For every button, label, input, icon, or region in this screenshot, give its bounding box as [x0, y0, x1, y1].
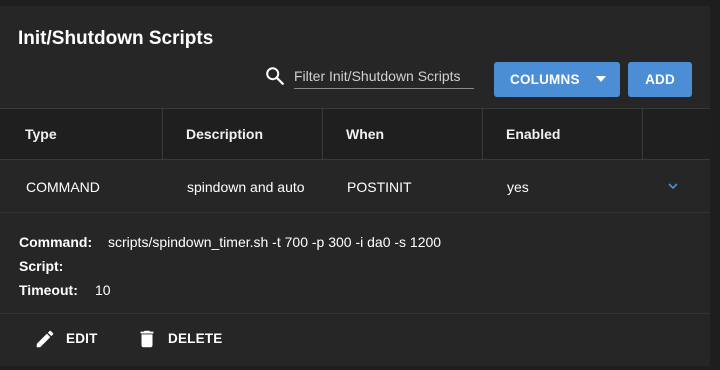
- page-title: Init/Shutdown Scripts: [18, 28, 214, 49]
- scripts-card: Init/Shutdown Scripts COLUMNS ADD Type D…: [0, 6, 710, 366]
- cell-type: COMMAND: [26, 179, 100, 195]
- timeout-value: 10: [95, 282, 111, 298]
- search-icon: [266, 67, 284, 85]
- columns-button-label: COLUMNS: [510, 72, 580, 87]
- pencil-icon: [36, 330, 54, 348]
- edit-label: EDIT: [66, 331, 98, 346]
- command-label: Command:: [19, 234, 93, 250]
- trash-icon: [140, 330, 154, 348]
- caret-down-icon[interactable]: [596, 76, 606, 82]
- header-enabled[interactable]: Enabled: [506, 109, 560, 160]
- table-header: Type Description When Enabled: [0, 108, 710, 160]
- columns-button[interactable]: COLUMNS: [494, 62, 620, 97]
- row-actions: EDIT DELETE: [0, 313, 710, 366]
- filter-box: [264, 63, 476, 93]
- table-row[interactable]: COMMAND spindown and auto POSTINIT yes: [0, 161, 710, 213]
- cell-description: spindown and auto: [187, 179, 305, 195]
- header-when[interactable]: When: [346, 109, 384, 160]
- column-divider: [642, 109, 643, 160]
- header-description[interactable]: Description: [186, 109, 263, 160]
- row-detail: Command: scripts/spindown_timer.sh -t 70…: [0, 214, 710, 314]
- column-divider: [482, 109, 483, 160]
- column-divider: [162, 109, 163, 160]
- cell-enabled: yes: [507, 179, 529, 195]
- timeout-label: Timeout:: [19, 282, 78, 298]
- delete-button[interactable]: DELETE: [136, 314, 226, 366]
- cell-when: POSTINIT: [347, 179, 412, 195]
- filter-input[interactable]: [294, 63, 474, 89]
- edit-button[interactable]: EDIT: [34, 314, 104, 366]
- script-label: Script:: [19, 258, 64, 274]
- chevron-up-icon[interactable]: [668, 183, 678, 189]
- delete-label: DELETE: [168, 331, 223, 346]
- command-value: scripts/spindown_timer.sh -t 700 -p 300 …: [108, 234, 442, 250]
- add-button[interactable]: ADD: [628, 62, 692, 97]
- column-divider: [322, 109, 323, 160]
- header-type[interactable]: Type: [25, 109, 57, 160]
